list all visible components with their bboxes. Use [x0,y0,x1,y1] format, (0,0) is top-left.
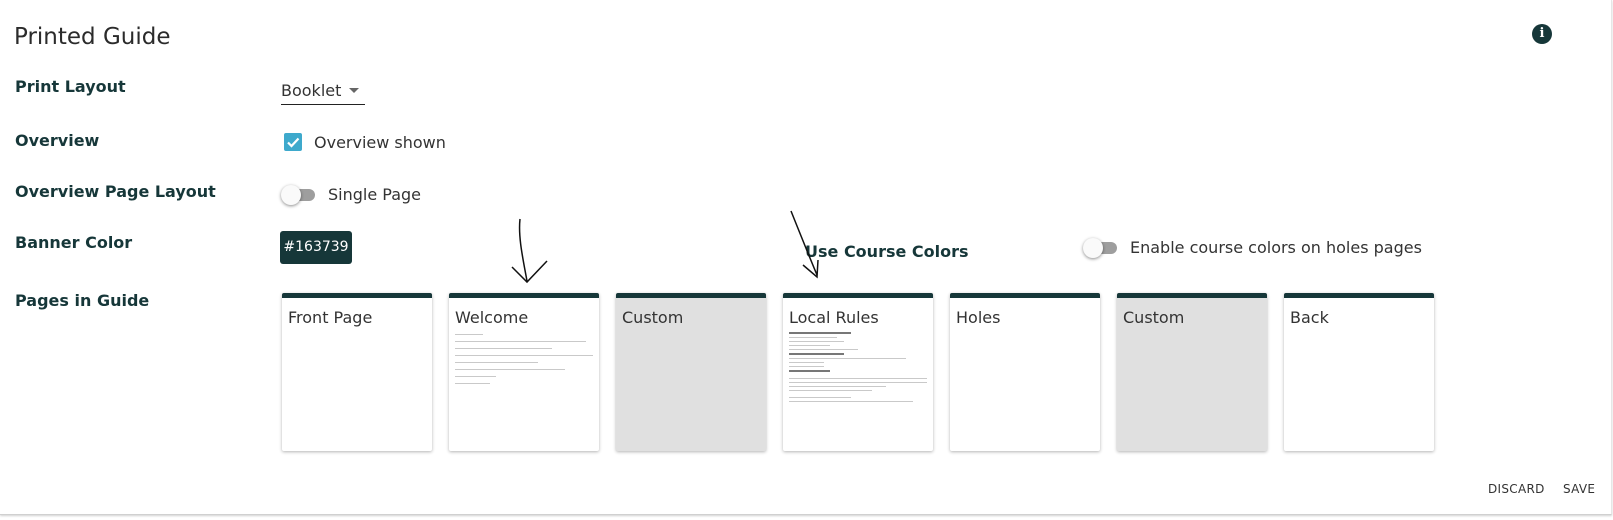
print-layout-select[interactable]: Booklet [281,76,366,105]
course-colors-toggle-label: Enable course colors on holes pages [1130,238,1422,257]
page-card-custom[interactable]: Custom [1117,293,1267,451]
course-colors-toggle[interactable] [1083,238,1119,258]
pages-in-guide-label: Pages in Guide [15,291,150,310]
page-card-holes[interactable]: Holes [950,293,1100,451]
page-card-back[interactable]: Back [1284,293,1434,451]
page-card-welcome[interactable]: Welcome [449,293,599,451]
overview-page-layout-label: Overview Page Layout [15,182,216,201]
checkmark-icon [287,137,300,148]
overview-checkbox[interactable] [284,133,302,151]
toggle-thumb [281,185,301,205]
discard-button[interactable]: DISCARD [1488,482,1545,496]
single-page-toggle-label: Single Page [328,185,422,204]
overview-checkbox-label: Overview shown [314,133,446,152]
info-icon[interactable]: i [1532,24,1552,44]
print-layout-value: Booklet [281,80,342,100]
page-card-title: Back [1290,308,1329,327]
page-card-title: Front Page [288,308,373,327]
banner-color-label: Banner Color [15,233,133,252]
page-card-title: Holes [956,308,1001,327]
page-card-title: Local Rules [789,308,879,327]
page-card-title: Welcome [455,308,529,327]
banner-color-swatch[interactable]: #163739 [280,231,352,264]
page-card-custom[interactable]: Custom [616,293,766,451]
page-card-title: Custom [622,308,684,327]
save-button[interactable]: SAVE [1563,482,1595,496]
toggle-thumb [1083,238,1103,258]
page-card-local-rules[interactable]: Local Rules [783,293,933,451]
hand-drawn-arrow-icon [790,210,819,279]
single-page-toggle[interactable] [281,185,317,205]
page-card-title: Custom [1123,308,1185,327]
page-thumbnail-preview [789,332,927,405]
hand-drawn-arrow-icon [511,218,548,284]
overview-label: Overview [15,131,100,150]
print-layout-label: Print Layout [15,77,126,96]
page-title: Printed Guide [14,24,171,50]
page-card-front-page[interactable]: Front Page [282,293,432,451]
dropdown-caret-icon [349,87,360,93]
page-thumbnail-preview [455,334,593,390]
